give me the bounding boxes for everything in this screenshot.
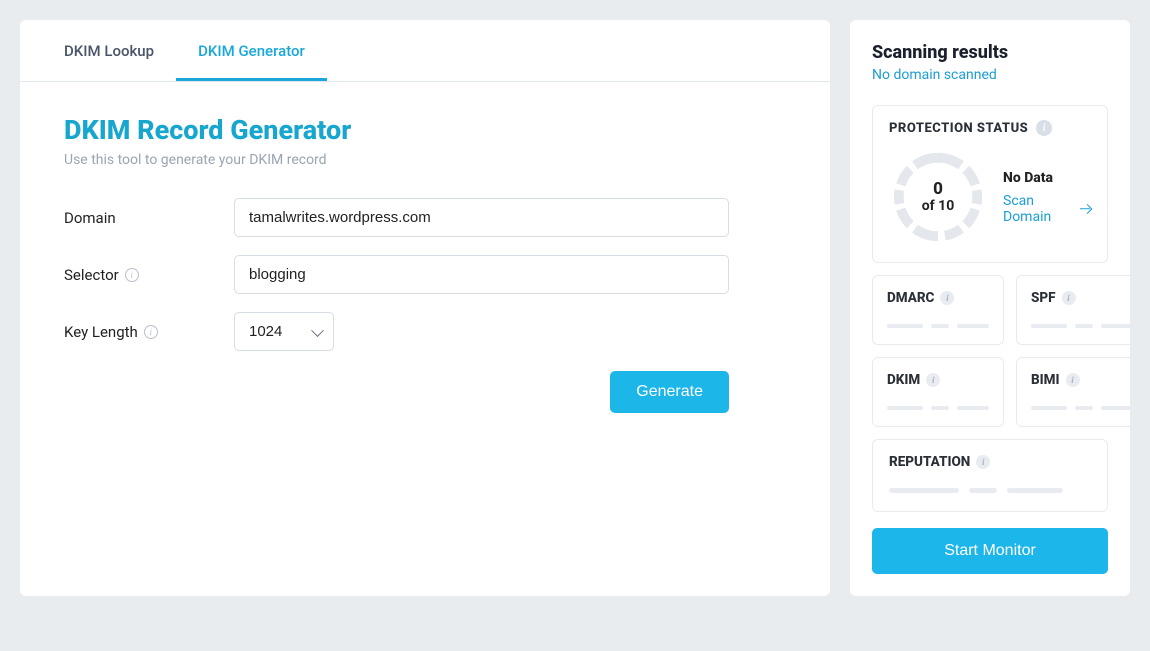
- key-length-select[interactable]: 1024: [234, 312, 334, 351]
- spf-card: SPF i: [1016, 275, 1148, 345]
- tabs: DKIM Lookup DKIM Generator: [20, 20, 830, 82]
- start-monitor-button[interactable]: Start Monitor: [872, 528, 1108, 574]
- page-title: DKIM Record Generator: [64, 114, 786, 146]
- domain-input[interactable]: [234, 198, 729, 237]
- side-card: Scanning results No domain scanned PROTE…: [850, 20, 1130, 596]
- info-icon[interactable]: i: [940, 291, 954, 305]
- side-panel: Scanning results No domain scanned PROTE…: [850, 20, 1130, 596]
- arrow-right-icon: [1080, 205, 1091, 213]
- bimi-card: BIMI i: [1016, 357, 1148, 427]
- selector-label: Selector i: [64, 266, 234, 284]
- bimi-label: BIMI: [1031, 372, 1060, 388]
- gauge-total: of 10: [922, 198, 954, 214]
- info-icon[interactable]: i: [1062, 291, 1076, 305]
- key-length-label: Key Length i: [64, 323, 234, 341]
- placeholder-stripes: [1031, 324, 1133, 328]
- scanning-results-subtitle: No domain scanned: [872, 67, 1108, 83]
- info-icon[interactable]: i: [976, 455, 990, 469]
- scanning-results-title: Scanning results: [872, 42, 1108, 63]
- reputation-label: REPUTATION: [889, 454, 970, 470]
- no-data-label: No Data: [1003, 170, 1091, 186]
- dkim-label: DKIM: [887, 372, 920, 388]
- info-icon[interactable]: i: [144, 325, 158, 339]
- info-icon[interactable]: i: [125, 268, 139, 282]
- protection-gauge: 0 of 10: [889, 148, 987, 246]
- domain-label: Domain: [64, 209, 234, 227]
- info-icon[interactable]: i: [1036, 120, 1052, 136]
- content-area: DKIM Record Generator Use this tool to g…: [20, 82, 830, 457]
- placeholder-stripes: [887, 406, 989, 410]
- reputation-card: REPUTATION i: [872, 439, 1108, 512]
- placeholder-stripes: [887, 324, 989, 328]
- info-icon[interactable]: i: [926, 373, 940, 387]
- placeholder-stripes: [1031, 406, 1133, 410]
- main-panel: DKIM Lookup DKIM Generator DKIM Record G…: [20, 20, 830, 596]
- selector-input[interactable]: [234, 255, 729, 294]
- dmarc-card: DMARC i: [872, 275, 1004, 345]
- tab-dkim-generator[interactable]: DKIM Generator: [176, 20, 327, 81]
- placeholder-stripes: [889, 488, 1091, 493]
- gauge-score: 0: [933, 181, 943, 198]
- dmarc-label: DMARC: [887, 290, 934, 306]
- protection-status-card: PROTECTION STATUS i: [872, 105, 1108, 263]
- tab-dkim-lookup[interactable]: DKIM Lookup: [42, 20, 176, 81]
- scan-domain-link[interactable]: Scan Domain: [1003, 193, 1091, 225]
- info-icon[interactable]: i: [1066, 373, 1080, 387]
- generate-button[interactable]: Generate: [610, 371, 729, 413]
- dkim-card: DKIM i: [872, 357, 1004, 427]
- protection-status-heading: PROTECTION STATUS i: [889, 120, 1091, 136]
- page-subtitle: Use this tool to generate your DKIM reco…: [64, 152, 786, 168]
- spf-label: SPF: [1031, 290, 1056, 306]
